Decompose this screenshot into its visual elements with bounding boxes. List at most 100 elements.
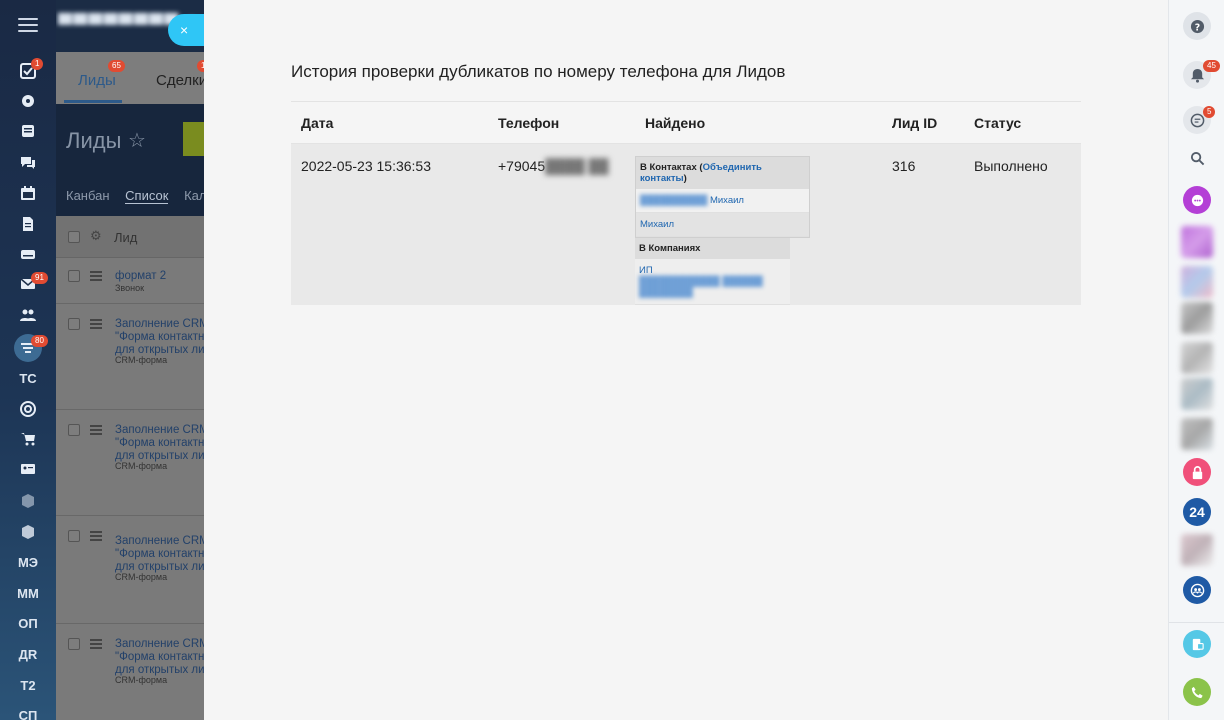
- cell-status: Выполнено: [964, 143, 1081, 305]
- nav-item-dr[interactable]: ДR: [0, 647, 56, 662]
- row-menu-icon[interactable]: [90, 531, 102, 543]
- companies-block: В Компаниях ИП ████████████ ██████ █████…: [635, 238, 790, 305]
- lock-icon[interactable]: [1183, 458, 1211, 486]
- messenger-icon[interactable]: [16, 151, 40, 173]
- row-subtitle: CRM-форма: [115, 572, 168, 582]
- help-icon[interactable]: ?: [1183, 12, 1211, 40]
- background-crm-page: ▀▀▀▀▀▀▀▀ 2 Лиды 65 Сделки 1 Лиды ☆ Канба…: [56, 0, 204, 720]
- nav-item-t2[interactable]: Т2: [0, 678, 56, 693]
- chat-badge: 5: [1203, 106, 1216, 118]
- shop-cart-icon[interactable]: [16, 428, 40, 450]
- view-switcher: Канбан Список Кал: [66, 188, 204, 204]
- row-checkbox[interactable]: [68, 530, 80, 542]
- row-checkbox[interactable]: [68, 638, 80, 650]
- nav-item-mm[interactable]: ММ: [0, 586, 56, 601]
- contacts-block: В Контактах (Объединить контакты) ██████…: [635, 156, 810, 238]
- drive-icon[interactable]: [16, 243, 40, 265]
- user-avatar[interactable]: [1181, 342, 1213, 374]
- cube-icon[interactable]: [16, 490, 40, 512]
- row-title[interactable]: Заполнение CRM "Форма контактн для откры…: [115, 318, 204, 357]
- row-checkbox[interactable]: [68, 424, 80, 436]
- company-prefix[interactable]: ИП: [639, 265, 653, 276]
- user-avatar[interactable]: [1181, 302, 1213, 334]
- phone-hidden: ████ ██: [545, 158, 609, 174]
- contact-item[interactable]: Михаил: [636, 213, 809, 237]
- row-subtitle: CRM-форма: [115, 355, 168, 365]
- company-item[interactable]: ИП ████████████ ██████ ████████: [635, 259, 790, 305]
- list-header: ⚙ Лид: [56, 216, 204, 258]
- contacts-icon[interactable]: [16, 304, 40, 326]
- sites-icon[interactable]: [16, 90, 40, 112]
- tab-deals[interactable]: Сделки: [156, 72, 204, 89]
- menu-burger-icon[interactable]: [18, 18, 38, 34]
- group-icon[interactable]: [1183, 576, 1211, 604]
- toolbar-divider: [1169, 622, 1224, 623]
- bitrix24-label: 24: [1189, 504, 1205, 520]
- view-calendar[interactable]: Кал: [184, 188, 204, 203]
- contact-name[interactable]: Михаил: [640, 219, 674, 230]
- row-menu-icon[interactable]: [90, 271, 102, 283]
- user-avatar[interactable]: [1181, 378, 1213, 410]
- contact-item[interactable]: ██████████ Михаил: [636, 189, 809, 213]
- nav-item-sp[interactable]: СП: [0, 708, 56, 720]
- row-title[interactable]: Заполнение CRM "Форма контактн для откры…: [115, 535, 204, 574]
- calendar-icon[interactable]: [16, 182, 40, 204]
- view-list[interactable]: Список: [125, 188, 169, 204]
- user-avatar[interactable]: [1181, 266, 1213, 298]
- row-checkbox[interactable]: [68, 270, 80, 282]
- list-item[interactable]: Заполнение CRM "Форма контактн для откры…: [56, 410, 204, 516]
- row-subtitle: Звонок: [115, 283, 145, 293]
- page-title: История проверки дубликатов по номеру те…: [291, 62, 786, 81]
- tab-leads[interactable]: Лиды: [78, 72, 116, 89]
- tasks-badge: 1: [31, 58, 44, 70]
- view-kanban[interactable]: Канбан: [66, 188, 110, 203]
- phone-call-icon[interactable]: [1183, 678, 1211, 706]
- row-menu-icon[interactable]: [90, 639, 102, 651]
- search-icon[interactable]: [1183, 144, 1211, 172]
- nav-item-op[interactable]: ОП: [0, 616, 56, 631]
- list-item[interactable]: Заполнение CRM "Форма контактн для откры…: [56, 624, 204, 720]
- row-checkbox[interactable]: [68, 318, 80, 330]
- documents-icon[interactable]: [16, 213, 40, 235]
- right-toolbar: ? 45 5 24: [1168, 0, 1224, 720]
- favorite-star-icon[interactable]: ☆: [128, 128, 146, 153]
- close-slider-button[interactable]: ×: [168, 14, 206, 46]
- user-avatar[interactable]: [1181, 226, 1213, 258]
- gear-icon[interactable]: ⚙: [90, 228, 102, 244]
- list-item[interactable]: формат 2 Звонок: [56, 258, 204, 304]
- nav-item-me[interactable]: МЭ: [0, 555, 56, 570]
- svg-text:?: ?: [1194, 22, 1199, 33]
- cube-alt-icon[interactable]: [16, 521, 40, 543]
- tab-leads-underline: [64, 100, 122, 103]
- open-lines-icon[interactable]: [1183, 186, 1211, 214]
- target-icon[interactable]: [16, 398, 40, 420]
- tab-leads-badge: 65: [108, 60, 125, 72]
- list-item[interactable]: Заполнение CRM "Форма контактн для откры…: [56, 516, 204, 624]
- row-title[interactable]: Заполнение CRM "Форма контактн для откры…: [115, 424, 204, 463]
- column-found: Найдено: [635, 101, 882, 144]
- screen-share-icon[interactable]: [1183, 630, 1211, 658]
- row-title[interactable]: Заполнение CRM "Форма контактн для откры…: [115, 638, 204, 677]
- user-avatar[interactable]: [1181, 534, 1213, 566]
- bitrix24-icon[interactable]: 24: [1183, 498, 1211, 526]
- column-status: Статус: [964, 101, 1081, 144]
- table-row: 2022-05-23 15:36:53 +79045████ ██ В Конт…: [291, 143, 1081, 305]
- row-title[interactable]: формат 2: [115, 270, 204, 283]
- row-menu-icon[interactable]: [90, 319, 102, 331]
- close-icon: ×: [180, 22, 189, 38]
- column-lead: Лид: [114, 230, 138, 245]
- found-duplicates: В Контактах (Объединить контакты) ██████…: [635, 156, 810, 305]
- contact-name[interactable]: Михаил: [710, 195, 744, 206]
- nav-item-tc[interactable]: ТС: [0, 371, 56, 386]
- list-item[interactable]: Заполнение CRM "Форма контактн для откры…: [56, 304, 204, 410]
- crm-toolbar: Лиды ☆ Канбан Список Кал: [56, 104, 204, 216]
- id-card-icon[interactable]: [16, 458, 40, 480]
- add-lead-button[interactable]: [183, 122, 204, 156]
- column-date: Дата: [291, 101, 488, 144]
- select-all-checkbox[interactable]: [68, 231, 80, 243]
- page-title: Лиды: [66, 128, 122, 153]
- row-menu-icon[interactable]: [90, 425, 102, 437]
- phone-prefix: +79045: [498, 158, 546, 174]
- feed-icon[interactable]: [16, 120, 40, 142]
- user-avatar[interactable]: [1181, 418, 1213, 450]
